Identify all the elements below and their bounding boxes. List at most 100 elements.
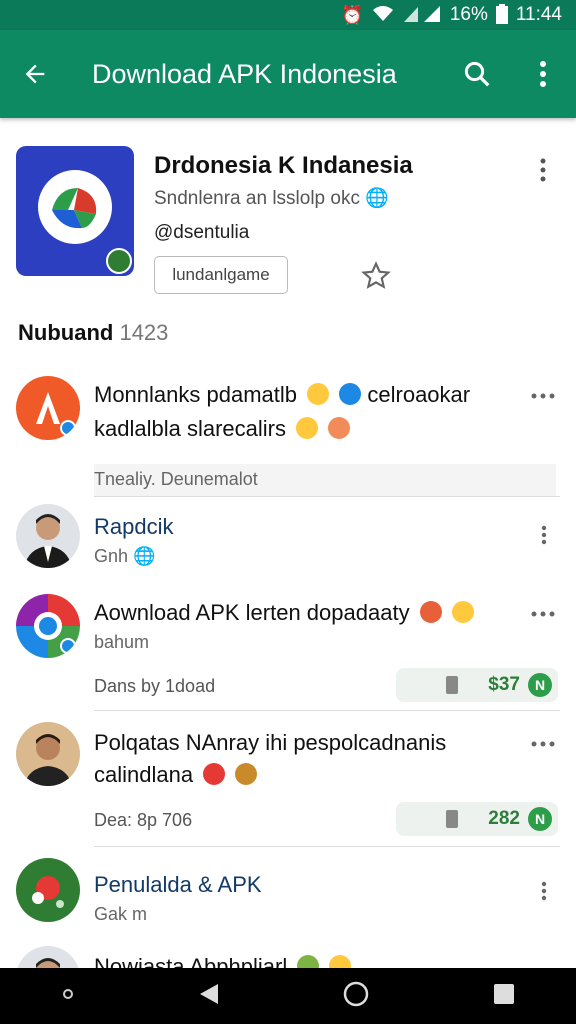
nav-home-button[interactable] [342,980,370,1013]
item-more-button[interactable] [534,878,554,904]
item-more-button[interactable] [528,604,558,624]
category-button[interactable]: lundanlgame [154,256,288,294]
app-logo-circle [38,170,112,244]
alarm-icon: ⏰ [341,5,364,25]
at-badge-icon [339,383,362,405]
app-name: Drdonesia K Indanesia [154,152,413,179]
avatar [16,722,80,786]
stat-chip[interactable]: 282 N [396,802,558,836]
system-nav-bar [0,968,576,1024]
app-icon[interactable] [16,146,134,276]
lock-icon [446,676,458,694]
overflow-menu-button[interactable] [510,60,576,88]
post-text: Aownload APK lerten dopadaaty [94,600,410,625]
post-line-2: calindlana [94,762,258,788]
battery-percent: 16% [449,4,488,25]
more-horiz-icon [531,393,555,399]
user-meta-text: Gnh [94,546,129,566]
avatar [16,594,80,658]
section-title: Nubuand 1423 [18,320,168,346]
nav-recents-button[interactable] [493,983,515,1010]
avatar [16,376,80,440]
page-title: Download APK Indonesia [92,58,397,89]
app-subtitle: Sndnlenra an lsslolp okc 🌐 [154,186,389,210]
person-avatar-icon [24,734,72,786]
post-line-1: Monnlanks pdamatlb celroaokar [94,382,470,408]
battery-icon [495,3,508,27]
circle-home-icon [344,981,369,1006]
app-badge-icon [106,248,132,274]
section-title-text: Nubuand [18,320,114,345]
back-arrow-icon [25,64,45,84]
search-button[interactable] [444,59,510,89]
post-footer: Dans by 1doad [94,676,216,696]
item-more-button[interactable] [534,522,554,548]
nav-back-button[interactable] [198,982,220,1011]
more-horiz-icon [531,611,555,617]
user-name[interactable]: Penulalda & APK [94,872,262,898]
clock: 11:44 [515,4,562,25]
g-badge-icon: N [528,807,552,831]
more-vert-icon [541,525,547,545]
surprised-emoji-icon [328,417,351,439]
divider [94,710,560,711]
more-vert-icon [540,158,546,182]
person-avatar-icon [24,514,72,568]
user-meta: Gak m [94,904,148,924]
more-horiz-icon [531,741,555,747]
section-count: 1423 [119,320,169,345]
chrome-logo-icon [34,612,76,654]
hand-emoji-icon [235,763,258,785]
grin-emoji-icon [296,417,319,439]
app-logo-icon [52,188,97,229]
grin-emoji-icon [451,601,474,623]
star-outline-icon [361,261,391,289]
status-bar: ⏰ 16% 11:44 [0,0,576,30]
stat-value: $37 [488,674,520,695]
more-vert-icon [541,881,547,901]
smiley-emoji-icon [307,383,330,405]
triangle-back-icon [199,983,218,1004]
post-line-1: Polqatas NAnray ihi pespolcadnanis [94,730,447,755]
app-subtitle-text: Sndnlenra an lsslolp okc [154,188,360,209]
header-more-button[interactable] [530,154,556,186]
signal-icon [402,5,442,26]
post-line-2: kadlalbla slarecalirs [94,416,351,442]
favorite-star-button[interactable] [360,260,392,292]
stat-chip[interactable]: $37 N [396,668,558,702]
square-recents-icon [493,983,514,1004]
avatar [16,858,80,922]
post-footer: Dea: 8p 706 [94,810,193,830]
user-meta: Gnh 🌐 [94,546,155,567]
burst-emoji-icon [419,601,442,623]
globe-icon: 🌐 [133,546,156,566]
post-text: Monnlanks pdamatlb [94,382,298,407]
wifi-icon [372,5,394,26]
post-line-1: Aownload APK lerten dopadaaty [94,600,474,626]
letter-a-logo-icon [36,392,76,436]
app-handle: @dsentulia [154,222,250,243]
item-more-button[interactable] [528,386,558,406]
post-text: calindlana [94,762,194,787]
divider [94,496,560,497]
dot-icon [63,988,74,999]
back-button[interactable] [0,60,70,88]
avatar [16,504,80,568]
globe-icon: 🌐 [365,188,389,209]
post-text: kadlalbla slarecalirs [94,416,286,441]
g-badge-icon: N [528,673,552,697]
stat-value: 282 [488,808,520,829]
user-name[interactable]: Rapdcik [94,514,173,540]
flower-logo-icon [32,876,64,908]
item-more-button[interactable] [528,734,558,754]
post-meta: Tnealiy. Deunemalot [94,464,556,496]
post-text-tail: celroaokar [367,382,471,407]
post-sub: bahum [94,632,150,652]
divider [94,846,560,847]
search-icon [464,61,490,87]
nav-dot-button[interactable] [61,987,75,1006]
lock-icon [446,810,458,828]
app-header-card: Drdonesia K Indanesia Sndnlenra an lsslo… [0,118,576,314]
plane-emoji-icon [203,763,226,785]
more-vert-icon [540,61,546,87]
